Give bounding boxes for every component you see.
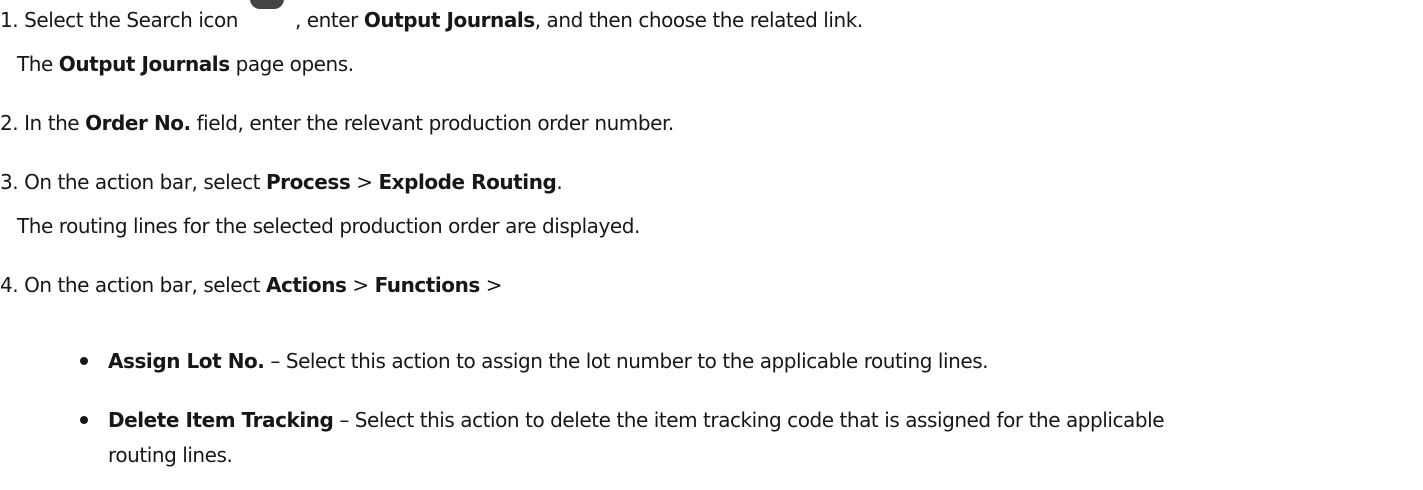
step-1-result-pre: The (17, 52, 59, 76)
step-2-text-pre: In the (24, 111, 86, 135)
step-3-bold-explode: Explode Routing (378, 170, 557, 194)
step-1-text-mid: , enter (294, 8, 364, 32)
bullet-1-bold: Assign Lot No. (108, 349, 265, 373)
step-3: 3. On the action bar, select Process > E… (0, 168, 563, 196)
bullet-2-text: – Select this action to delete the item … (333, 408, 1165, 432)
bullet-dot (80, 357, 88, 365)
step-3-sep: > (350, 170, 379, 194)
bullet-2-bold: Delete Item Tracking (108, 408, 334, 432)
step-4: 4. On the action bar, select Actions > F… (0, 271, 503, 299)
bullet-2-continuation: routing lines. (108, 443, 233, 467)
step-1-text-post: , and then choose the related link. (534, 8, 863, 32)
list-item: Assign Lot No. – Select this action to a… (108, 347, 989, 375)
step-1-number: 1. (0, 8, 19, 32)
step-2-bold: Order No. (85, 111, 191, 135)
bullet-dot (80, 416, 88, 424)
step-1: 1. Select the Search icon , enter Output … (0, 0, 863, 34)
bullet-1-text: – Select this action to assign the lot n… (264, 349, 989, 373)
list-item: Delete Item Tracking – Select this actio… (108, 406, 1165, 434)
step-4-sep-1: > (346, 273, 375, 297)
search-icon (244, 0, 291, 26)
step-3-number: 3. (0, 170, 19, 194)
step-2-number: 2. (0, 111, 19, 135)
step-4-sep-2: > (479, 273, 503, 297)
step-3-result: The routing lines for the selected produ… (17, 214, 640, 238)
step-3-bold-process: Process (265, 170, 351, 194)
step-4-text-pre: On the action bar, select (24, 273, 266, 297)
step-3-text-post: . (556, 170, 563, 194)
step-4-bold-actions: Actions (265, 273, 347, 297)
step-1-result-bold: Output Journals (58, 52, 230, 76)
step-3-text-pre: On the action bar, select (24, 170, 266, 194)
step-4-bold-functions: Functions (374, 273, 481, 297)
step-1-result: The Output Journals page opens. (17, 50, 354, 78)
step-2-text-post: field, enter the relevant production ord… (190, 111, 675, 135)
step-1-text-pre: Select the Search icon (24, 8, 238, 32)
step-1-result-post: page opens. (229, 52, 355, 76)
step-4-number: 4. (0, 273, 19, 297)
step-1-bold: Output Journals (363, 8, 535, 32)
step-2: 2. In the Order No. field, enter the rel… (0, 109, 674, 137)
